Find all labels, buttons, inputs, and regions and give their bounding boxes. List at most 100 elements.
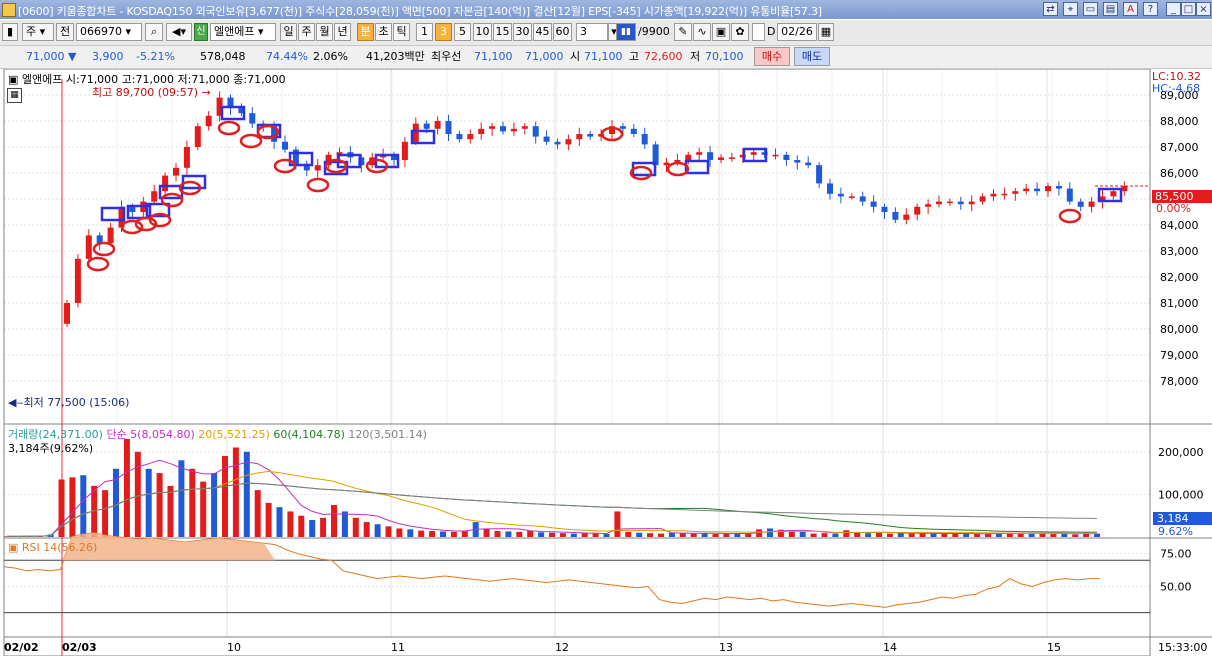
volume-bar <box>788 531 795 537</box>
volume-bar <box>745 533 752 537</box>
interval-10[interactable]: 10 <box>473 23 492 41</box>
volume-bar <box>418 530 425 537</box>
date-prefix: D <box>767 25 776 38</box>
period-tick[interactable]: 틱 <box>393 23 410 41</box>
chart-menu-icon[interactable]: ▮ <box>2 23 18 41</box>
data-count-icon[interactable]: ▮▮ <box>616 23 636 41</box>
buy-button[interactable]: 매수 <box>754 47 790 66</box>
volume-bar <box>679 533 686 537</box>
volume-bar <box>658 533 664 537</box>
candle-body <box>1055 186 1062 189</box>
indicator-icon[interactable]: ∿ <box>693 23 711 41</box>
maximize-icon[interactable]: □ <box>1181 2 1196 16</box>
period-minute[interactable]: 분 <box>357 23 374 41</box>
volume-bar <box>123 439 130 537</box>
candle-body <box>314 165 321 171</box>
volume-bar <box>636 532 643 537</box>
min-price-label: ◀‒최저 77,500 (15:06) <box>8 396 130 409</box>
x-label-12: 12 <box>555 641 569 654</box>
volume-bar <box>963 533 970 537</box>
last-volume-marker: 3,184 <box>1153 512 1212 525</box>
period-second[interactable]: 초 <box>375 23 392 41</box>
date-checkbox[interactable] <box>752 23 765 41</box>
candle-body <box>543 136 550 142</box>
copy-icon[interactable]: ▭ <box>1083 2 1098 16</box>
count-input[interactable]: 3 <box>576 23 608 41</box>
candle-body <box>663 162 670 166</box>
interval-60[interactable]: 60 <box>553 23 572 41</box>
candle-body <box>434 121 441 129</box>
legend-ma5: 단순 5(8,054.80) <box>106 428 195 441</box>
volume-bar <box>712 534 719 537</box>
volume-bar <box>450 531 457 537</box>
candle-body <box>1001 193 1008 196</box>
candle-body <box>957 201 964 205</box>
x-label-15: 15 <box>1047 641 1061 654</box>
volume-bar <box>1094 533 1100 537</box>
candle-body <box>979 196 986 202</box>
candle-body <box>837 193 844 197</box>
app-icon <box>2 3 16 17</box>
volume-bar <box>156 473 163 537</box>
interval-3[interactable]: 3 <box>435 23 452 41</box>
save-icon[interactable]: ▤ <box>1103 2 1118 16</box>
period-week[interactable]: 주 <box>298 23 315 41</box>
date-input[interactable]: 02/26 <box>777 23 817 41</box>
candle-body <box>282 141 288 150</box>
search-icon[interactable]: ⌕ <box>145 23 163 41</box>
candle-body <box>925 204 932 207</box>
volume-bar <box>178 460 185 537</box>
time-label: 15:33:00 <box>1158 641 1208 654</box>
type-select[interactable]: 주 ▾ <box>22 23 54 41</box>
interval-1[interactable]: 1 <box>416 23 433 41</box>
close-icon[interactable]: × <box>1196 2 1211 16</box>
volume-bar <box>1072 534 1079 537</box>
stock-name-field[interactable]: 엘앤에프 ▾ <box>210 23 276 41</box>
candle-body <box>587 134 594 137</box>
candle-body <box>85 235 92 259</box>
volume-sub-label: 3,184주(9.62%) <box>8 442 94 455</box>
open-price: 71,100 <box>584 50 623 63</box>
help-icon[interactable]: ? <box>1143 2 1158 16</box>
candle-body <box>881 206 888 212</box>
interval-30[interactable]: 30 <box>513 23 532 41</box>
volume-bar <box>843 530 850 537</box>
period-year[interactable]: 년 <box>334 23 351 41</box>
candle-body <box>750 152 757 155</box>
candle-body <box>173 167 179 176</box>
price-tick-label: 87,000 <box>1160 141 1199 154</box>
all-button[interactable]: 전 <box>56 23 74 41</box>
candle-body <box>707 152 714 160</box>
interval-15[interactable]: 15 <box>493 23 512 41</box>
speaker-icon[interactable]: ◀▾ <box>166 23 192 41</box>
candle-body <box>467 134 474 140</box>
volume-bar <box>886 533 893 537</box>
volume-tick-label: 200,000 <box>1158 446 1204 459</box>
volume-bar <box>603 534 610 537</box>
last-volume-pct: 9.62% <box>1158 525 1193 538</box>
save-icon[interactable]: ▣ <box>712 23 730 41</box>
code-input[interactable]: 066970 ▾ <box>76 23 142 41</box>
interval-5[interactable]: 5 <box>454 23 471 41</box>
edit-icon[interactable]: ✎ <box>674 23 692 41</box>
candle-body <box>500 126 506 132</box>
pin-icon[interactable]: ⌖ <box>1063 2 1078 16</box>
calendar-icon[interactable]: ▦ <box>818 23 834 41</box>
candle-body <box>968 201 975 205</box>
chart-area[interactable]: 89,00088,00087,00086,00085,00084,00083,0… <box>0 69 1212 656</box>
minimize-icon[interactable]: _ <box>1166 2 1181 16</box>
candle-body <box>521 126 528 129</box>
volume-bar <box>374 524 381 537</box>
candle-body <box>783 154 790 160</box>
sell-button[interactable]: 매도 <box>794 47 830 66</box>
period-month[interactable]: 월 <box>316 23 333 41</box>
candle-body <box>489 126 496 129</box>
link-icon[interactable]: ⇄ <box>1043 2 1058 16</box>
settings-icon[interactable]: ✿ <box>731 23 749 41</box>
panel-menu-icon[interactable]: ▦ <box>7 88 22 103</box>
period-day[interactable]: 일 <box>280 23 297 41</box>
x-label-14: 14 <box>883 641 897 654</box>
volume-bar <box>298 515 305 537</box>
font-icon[interactable]: A <box>1123 2 1138 16</box>
interval-45[interactable]: 45 <box>533 23 552 41</box>
